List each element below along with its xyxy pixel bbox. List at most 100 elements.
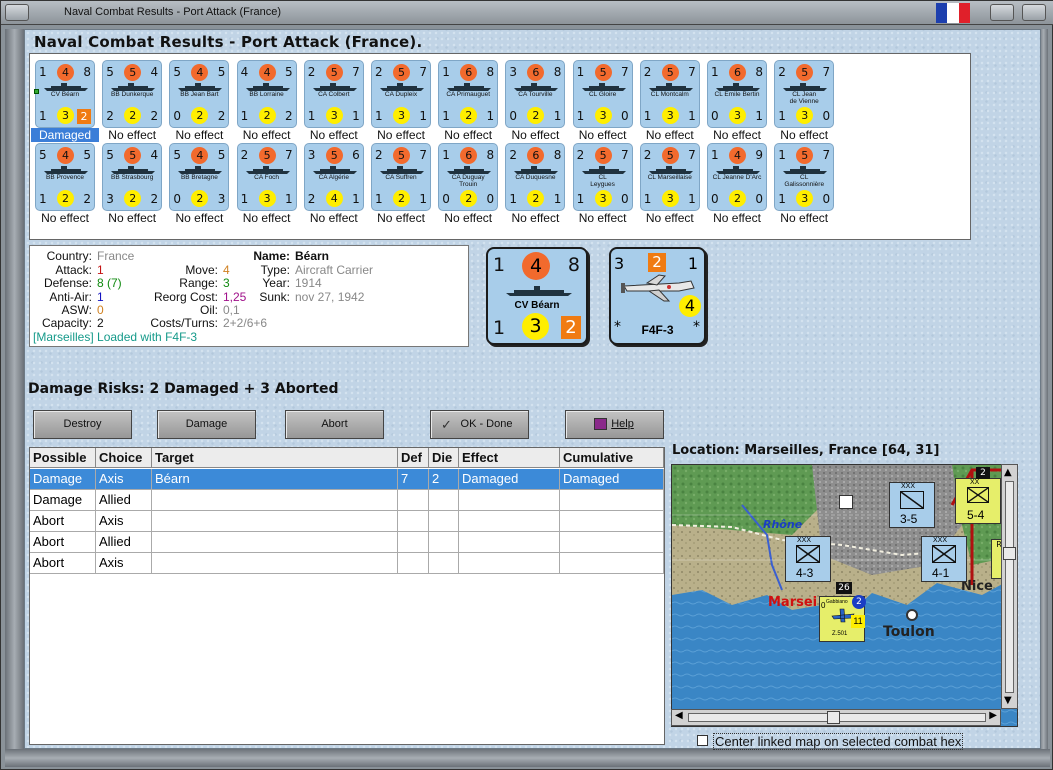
ship-attack: 6 [460, 64, 478, 81]
scroll-left-arrow-icon[interactable]: ◀ [675, 710, 683, 721]
ship-counter-1[interactable]: 1 4 8 CV Béarn 1 3 2 [35, 60, 95, 128]
maximize-button[interactable] [990, 4, 1014, 21]
column-header[interactable]: Possible [30, 448, 96, 468]
c4-size: XX [970, 479, 980, 486]
ship-attack: 4 [191, 147, 209, 164]
type-label: Type: [260, 263, 290, 277]
ship-defense: 1 [711, 65, 719, 79]
column-header[interactable]: Die [429, 448, 459, 468]
map-vertical-scrollbar[interactable]: ▲ ▼ [1001, 464, 1018, 709]
ship-result: No effect [444, 128, 493, 142]
ship-defense: 2 [375, 65, 383, 79]
table-row[interactable]: Damage Allied [30, 490, 664, 511]
ship-counter-21[interactable]: 2 5 7 CL Leygues 1 3 0 [572, 143, 633, 211]
table-row[interactable]: Abort Allied [30, 532, 664, 553]
map-division-counter-4[interactable]: XX 5-4 [955, 478, 1001, 524]
ship-range: 0 [711, 109, 719, 123]
ship-counter-8[interactable]: 3 6 8 CA Tourville 0 2 1 [505, 60, 566, 128]
title-bar[interactable]: Naval Combat Results - Port Attack (Fran… [1, 1, 1053, 25]
scroll-up-arrow-icon[interactable]: ▲ [1004, 467, 1012, 478]
ship-name-line1: CL Marseillaise [647, 174, 692, 181]
column-header[interactable]: Cumulative [560, 448, 664, 468]
ship-defense: 1 [39, 65, 47, 79]
ship-counter-22[interactable]: 2 5 7 CL Marseillaise 1 3 1 [639, 143, 700, 211]
ship-silhouette-icon [716, 83, 760, 91]
ship-counter-19[interactable]: 1 6 8 CA Duguay Trouin 0 2 0 [438, 143, 499, 211]
ship-counter-13[interactable]: 5 4 5 BB Provence 1 2 2 [35, 143, 95, 211]
map-corps-counter-1[interactable]: XXX 3-5 [889, 482, 935, 528]
table-cell [429, 553, 459, 574]
ship-antiair: 2 [527, 190, 545, 207]
map-corps-counter-2[interactable]: XXX 4-3 [785, 536, 831, 582]
ship-defense: 5 [106, 148, 114, 162]
ship-name: CL Emile Bertin [708, 91, 766, 98]
ship-attack: 6 [460, 147, 478, 164]
table-row[interactable]: Abort Axis [30, 553, 664, 574]
ship-move: 7 [620, 65, 629, 79]
ship-counter-6[interactable]: 2 5 7 CA Dupleix 1 3 1 [371, 60, 431, 128]
table-cell: Allied [96, 532, 152, 553]
ship-br: 0 [755, 192, 763, 206]
type-value: Aircraft Carrier [295, 263, 374, 277]
ship-name: CA Tourville [506, 91, 564, 98]
scroll-thumb[interactable] [1003, 547, 1016, 560]
table-row[interactable]: Damage Axis Béarn 7 2 Damaged Damaged [30, 469, 664, 490]
c4-value: 5-4 [967, 508, 985, 522]
ship-name: CA Duquesne [506, 174, 564, 181]
ship-counter-4[interactable]: 4 4 5 BB Lorraine 1 2 2 [236, 60, 297, 128]
damage-button[interactable]: Damage [157, 410, 256, 439]
ship-antiair: 2 [460, 190, 478, 207]
combat-results-table[interactable]: Possible Choice Target Def Die Effect Cumulati… [29, 447, 665, 745]
system-menu-button[interactable] [5, 4, 29, 21]
ship-silhouette-icon [514, 166, 559, 174]
ship-defense: 3 [307, 148, 316, 162]
close-button[interactable] [1022, 4, 1046, 21]
ship-counter-23[interactable]: 1 4 9 CL Jeanne D'Arc 0 2 0 [707, 143, 767, 211]
column-header[interactable]: Def [398, 448, 429, 468]
ship-counter-5[interactable]: 2 5 7 CA Colbert 1 3 1 [303, 60, 364, 128]
ship-counter-18[interactable]: 2 5 7 CA Suffren 1 2 1 [371, 143, 431, 211]
ship-move: 5 [217, 65, 226, 79]
ship-counter-3[interactable]: 5 4 5 BB Jean Bart 0 2 2 [169, 60, 230, 128]
ok-done-button[interactable]: ✓ OK - Done [430, 410, 529, 439]
help-button[interactable]: Help [565, 410, 664, 439]
column-header[interactable]: Target [152, 448, 398, 468]
ship-counter-24[interactable]: 1 5 7 CL Galissonnière 1 3 0 [774, 143, 835, 211]
country-label: Country: [46, 249, 92, 263]
ship-counter-11[interactable]: 1 6 8 CL Emile Bertin 0 3 1 [707, 60, 767, 128]
column-header[interactable]: Effect [459, 448, 560, 468]
ship-counter-10[interactable]: 2 5 7 CL Montcalm 1 3 1 [639, 60, 700, 128]
scroll-down-arrow-icon[interactable]: ▼ [1004, 695, 1012, 706]
ship-counter-12[interactable]: 2 5 7 CL Jean de Vienne 1 3 0 [774, 60, 835, 128]
abort-button[interactable]: Abort [285, 410, 384, 439]
map-horizontal-scrollbar[interactable]: ◀ ▶ [671, 709, 1001, 726]
ship-counter-2[interactable]: 5 5 4 BB Dunkerque 2 2 2 [102, 60, 163, 128]
center-map-checkbox[interactable] [697, 735, 708, 746]
table-row[interactable]: Abort Axis [30, 511, 664, 532]
linked-map[interactable]: Rhône Marsei Toulon Nice XXX 3-5 XXX 4-3… [671, 464, 1018, 727]
ship-counter-9[interactable]: 1 5 7 CL Gloire 1 3 0 [572, 60, 633, 128]
center-map-label[interactable]: Center linked map on selected combat hex [713, 733, 964, 750]
destroy-button[interactable]: Destroy [33, 410, 132, 439]
ship-counter-16[interactable]: 2 5 7 CA Foch 1 3 1 [236, 143, 297, 211]
ship-name-line1: BB Strasbourg [111, 174, 154, 181]
ship-counter-20[interactable]: 2 6 8 CA Duquesne 1 2 1 [505, 143, 566, 211]
ship-name: CL Jeanne D'Arc [708, 174, 766, 181]
ship-name-line2: Leygues [590, 181, 615, 188]
ship-result: No effect [578, 211, 627, 225]
ship-name: CL Galissonnière [775, 174, 833, 188]
scroll-thumb[interactable] [827, 711, 840, 724]
reorg-label: Reorg Cost: [153, 290, 218, 304]
table-cell: Abort [30, 553, 96, 574]
scroll-right-arrow-icon[interactable]: ▶ [989, 710, 997, 721]
mountain-symbol-icon [967, 487, 989, 503]
map-corps-counter-3[interactable]: XXX 4-1 [921, 536, 967, 582]
column-header[interactable]: Choice [96, 448, 152, 468]
ship-counter-17[interactable]: 3 5 6 CA Algérie 2 4 1 [303, 143, 364, 211]
ship-counter-14[interactable]: 5 5 4 BB Strasbourg 3 2 2 [102, 143, 163, 211]
ship-counter-15[interactable]: 5 4 5 BB Bretagne 0 2 3 [169, 143, 230, 211]
selected-ship-counter[interactable]: 1 4 8 CV Béarn 1 3 2 [486, 247, 588, 345]
year-value: 1914 [295, 276, 322, 290]
loaded-aircraft-counter[interactable]: 3 2 1 4 * F4F-3 * [609, 247, 706, 345]
ship-counter-7[interactable]: 1 6 8 CA Primauguet 1 2 1 [438, 60, 499, 128]
